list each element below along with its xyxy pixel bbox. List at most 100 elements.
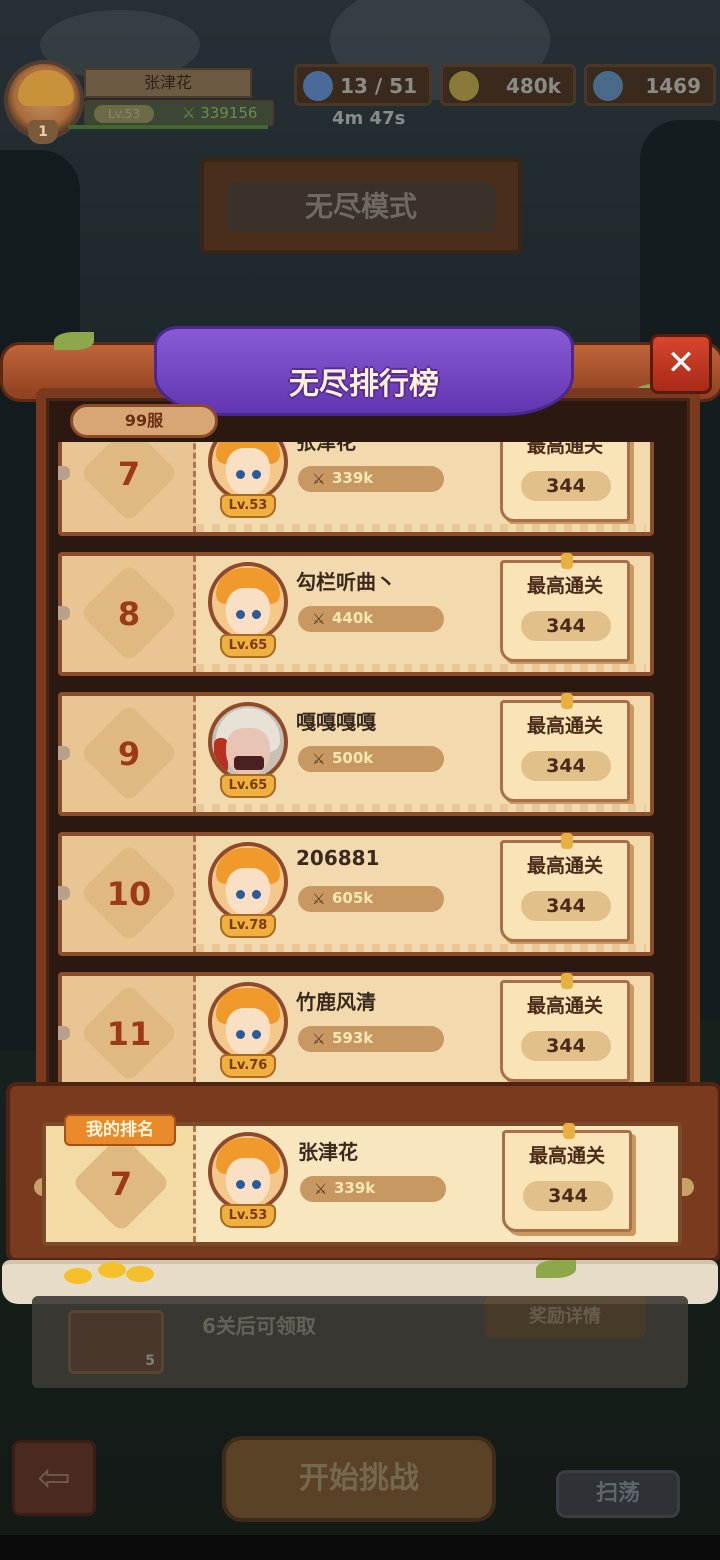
score-label: 最高通关 xyxy=(528,1145,605,1167)
server-tag[interactable]: 99服 xyxy=(70,404,218,438)
hook xyxy=(58,606,70,620)
scallop-edge xyxy=(196,524,646,532)
stamina-timer: 4m 47s xyxy=(332,108,406,129)
sword-icon: ⚔ xyxy=(312,610,326,628)
score-label: 最高通关 xyxy=(526,715,603,737)
my-name: 张津花 xyxy=(298,1140,358,1164)
power-pill: ⚔ 593k xyxy=(298,1026,444,1052)
level-tag: Lv.78 xyxy=(220,914,276,938)
rank-number: 7 xyxy=(117,455,141,493)
scallop-edge xyxy=(196,944,646,952)
power-pill: ⚔ 605k xyxy=(298,886,444,912)
score-label: 最高通关 xyxy=(526,575,603,597)
score-value: 344 xyxy=(521,1031,611,1061)
leaf-decoration xyxy=(536,1260,576,1278)
power-pill: ⚔ 440k xyxy=(298,606,444,632)
leaderboard-row[interactable]: 8 Lv.65 勾栏听曲丶 ⚔ 440k 最高通关 344 xyxy=(58,552,654,676)
score-value: 344 xyxy=(523,1181,613,1211)
power-value: 440k xyxy=(332,609,374,627)
coin-decoration xyxy=(126,1266,154,1282)
player-avatar[interactable] xyxy=(208,562,288,642)
my-avatar[interactable] xyxy=(208,1132,288,1212)
sword-icon: ⚔ xyxy=(312,1030,326,1048)
power-value: 605k xyxy=(332,889,374,907)
my-rank-row[interactable]: 7 我的排名 Lv.53 张津花 ⚔ 339k 最高通关 344 xyxy=(42,1114,682,1246)
power-value: 500k xyxy=(332,749,374,767)
mode-banner: 无尽模式 xyxy=(200,158,522,254)
rank-number: 8 xyxy=(117,595,141,633)
leaderboard-row[interactable]: 11 Lv.76 竹鹿风清 ⚔ 593k 最高通关 344 xyxy=(58,972,654,1084)
score-tag: 最高通关 344 xyxy=(502,1123,632,1232)
stamina-value: 13 / 51 xyxy=(340,74,417,98)
gold-counter[interactable]: 480k xyxy=(440,64,576,106)
rank-number: 9 xyxy=(117,735,141,773)
hook xyxy=(58,746,70,760)
hook xyxy=(58,1026,70,1040)
reward-details-button[interactable]: 奖励详情 xyxy=(484,1296,646,1338)
sweep-button[interactable]: 扫荡 xyxy=(556,1470,680,1518)
leaderboard-panel: 无尽排行榜 ✕ 99服 7 Lv.53 张津花 ⚔ 339k 最高通关 344 8 … xyxy=(0,326,720,1330)
power-pill: ⚔ 339k xyxy=(300,1176,446,1202)
vip-badge: 1 xyxy=(28,120,58,144)
rank-number: 11 xyxy=(106,1015,152,1053)
power-value: 593k xyxy=(332,1029,374,1047)
level-tag: Lv.53 xyxy=(220,1204,276,1228)
player-power: ⚔ 339156 xyxy=(182,104,258,122)
coin-decoration xyxy=(64,1268,92,1284)
leaf-decoration xyxy=(54,332,94,350)
player-avatar[interactable] xyxy=(208,702,288,782)
gem-icon xyxy=(593,71,623,101)
power-value: 339k xyxy=(334,1179,376,1197)
player-avatar[interactable] xyxy=(208,842,288,922)
player-name: 206881 xyxy=(296,846,380,870)
close-button[interactable]: ✕ xyxy=(650,334,712,394)
gold-value: 480k xyxy=(505,74,561,98)
start-challenge-button[interactable]: 开始挑战 xyxy=(222,1436,496,1522)
level-tag: Lv.65 xyxy=(220,774,276,798)
score-value: 344 xyxy=(521,611,611,641)
reward-chest-icon[interactable]: 5 xyxy=(68,1310,164,1374)
leaderboard-row[interactable]: 10 Lv.78 206881 ⚔ 605k 最高通关 344 xyxy=(58,832,654,956)
score-tag: 最高通关 344 xyxy=(500,553,630,662)
mode-title: 无尽模式 xyxy=(226,182,496,232)
sword-icon: ⚔ xyxy=(312,470,326,488)
player-name: 勾栏听曲丶 xyxy=(296,570,396,594)
stamina-counter[interactable]: 13 / 51 xyxy=(294,64,432,106)
gem-counter[interactable]: 1469 xyxy=(584,64,716,106)
leaderboard-list[interactable]: 7 Lv.53 张津花 ⚔ 339k 最高通关 344 8 Lv.65 勾栏听曲丶 … xyxy=(58,442,654,1084)
sword-icon: ⚔ xyxy=(312,890,326,908)
xp-bar xyxy=(68,125,268,129)
coin-decoration xyxy=(98,1262,126,1278)
hook xyxy=(58,466,70,480)
leaderboard-row[interactable]: 9 Lv.65 嘎嘎嘎嘎 ⚔ 500k 最高通关 344 xyxy=(58,692,654,816)
player-name: 竹鹿风清 xyxy=(296,990,376,1014)
player-card[interactable]: 1 张津花 Lv.53 ⚔ 339156 xyxy=(4,60,276,144)
score-tag: 最高通关 344 xyxy=(500,442,630,522)
reward-count: 5 xyxy=(145,1353,155,1369)
player-name: 张津花 xyxy=(296,442,356,454)
rank-number: 10 xyxy=(106,875,152,913)
leaderboard-row[interactable]: 7 Lv.53 张津花 ⚔ 339k 最高通关 344 xyxy=(58,442,654,536)
player-avatar[interactable] xyxy=(208,982,288,1062)
score-label: 最高通关 xyxy=(526,442,603,457)
player-level: Lv.53 xyxy=(94,105,154,123)
sword-icon: ⚔ xyxy=(312,750,326,768)
score-value: 344 xyxy=(521,891,611,921)
level-tag: Lv.53 xyxy=(220,494,276,518)
coin-icon xyxy=(449,71,479,101)
my-rank-label: 我的排名 xyxy=(64,1114,176,1146)
reward-text: 6关后可领取 xyxy=(202,1314,316,1338)
title-banner: 无尽排行榜 xyxy=(154,326,574,416)
score-tag: 最高通关 344 xyxy=(500,973,630,1082)
gem-value: 1469 xyxy=(645,74,701,98)
system-nav-bar xyxy=(0,1535,720,1560)
reward-panel: 5 6关后可领取 奖励详情 xyxy=(32,1296,688,1388)
power-pill: ⚔ 500k xyxy=(298,746,444,772)
score-label: 最高通关 xyxy=(526,995,603,1017)
back-button[interactable]: ⇦ xyxy=(12,1440,96,1516)
level-tag: Lv.65 xyxy=(220,634,276,658)
leaderboard-title: 无尽排行榜 xyxy=(289,367,439,402)
player-level-bar: Lv.53 ⚔ 339156 xyxy=(84,100,274,126)
score-label: 最高通关 xyxy=(526,855,603,877)
player-name: 张津花 xyxy=(84,68,252,98)
